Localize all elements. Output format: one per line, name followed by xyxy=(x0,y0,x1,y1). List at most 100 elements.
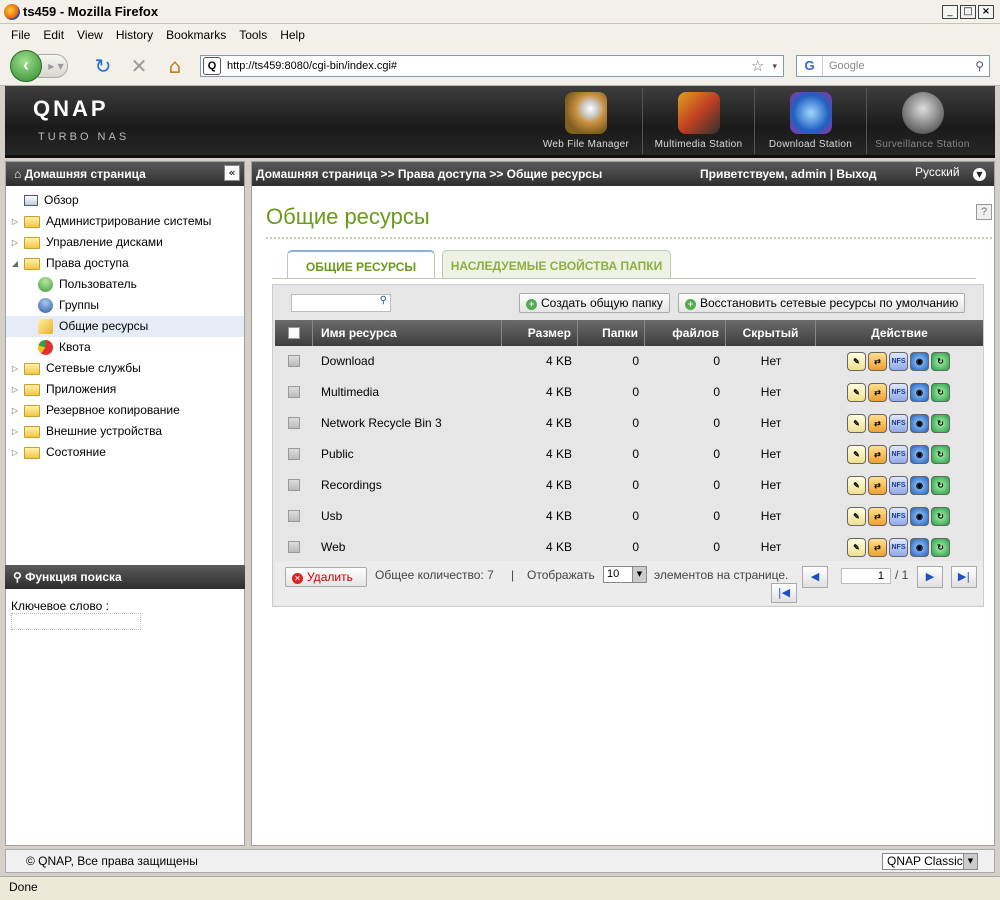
sidebar-item-network-services[interactable]: ▷ Сетевые службы xyxy=(6,358,244,379)
first-page-button[interactable]: |◀ xyxy=(771,583,797,603)
sidebar-item-quota[interactable]: Квота xyxy=(6,337,244,358)
site-identity-icon[interactable]: Q xyxy=(203,57,221,75)
minimize-button[interactable]: _ xyxy=(942,5,958,19)
sidebar-item-users[interactable]: Пользователь xyxy=(6,274,244,295)
share-name[interactable]: Recordings xyxy=(321,470,501,501)
search-bar[interactable]: G Google ⚲ xyxy=(796,55,990,77)
column-header-folders[interactable]: Папки xyxy=(578,320,645,346)
last-page-button[interactable]: ▶| xyxy=(951,566,977,588)
properties-icon[interactable]: ⇄ xyxy=(868,414,887,433)
nfs-icon[interactable]: NFS xyxy=(889,538,908,557)
menu-history[interactable]: History xyxy=(116,28,153,42)
maximize-button[interactable]: □ xyxy=(960,5,976,19)
column-header-size[interactable]: Размер xyxy=(502,320,578,346)
table-row[interactable]: Recordings 4 KB 0 0 Нет ✎ ⇄ NFS ◉ ↻ xyxy=(275,470,983,501)
logout-link[interactable]: Выход xyxy=(836,167,876,181)
refresh-icon[interactable]: ↻ xyxy=(931,507,950,526)
skin-select[interactable]: QNAP Classic ▼ xyxy=(882,853,978,870)
sidebar-item-overview[interactable]: Обзор xyxy=(6,190,244,211)
close-button[interactable]: × xyxy=(978,5,994,19)
row-checkbox[interactable] xyxy=(288,448,300,460)
sidebar-item-backup[interactable]: ▷ Резервное копирование xyxy=(6,400,244,421)
edit-icon[interactable]: ✎ xyxy=(847,414,866,433)
share-name[interactable]: Network Recycle Bin 3 xyxy=(321,408,501,439)
row-checkbox[interactable] xyxy=(288,541,300,553)
table-row[interactable]: Public 4 KB 0 0 Нет ✎ ⇄ NFS ◉ ↻ xyxy=(275,439,983,470)
app-surveillance-station[interactable]: Surveillance Station xyxy=(866,88,978,154)
network-icon[interactable]: ◉ xyxy=(910,445,929,464)
row-checkbox[interactable] xyxy=(288,479,300,491)
refresh-icon[interactable]: ↻ xyxy=(931,414,950,433)
row-checkbox[interactable] xyxy=(288,417,300,429)
row-checkbox[interactable] xyxy=(288,355,300,367)
menu-view[interactable]: View xyxy=(77,28,103,42)
menu-edit[interactable]: Edit xyxy=(43,28,64,42)
properties-icon[interactable]: ⇄ xyxy=(868,445,887,464)
share-name[interactable]: Download xyxy=(321,346,501,377)
menu-tools[interactable]: Tools xyxy=(239,28,267,42)
expand-arrow-icon[interactable]: ▷ xyxy=(10,379,20,400)
sidebar-item-applications[interactable]: ▷ Приложения xyxy=(6,379,244,400)
app-download-station[interactable]: Download Station xyxy=(754,88,866,154)
sidebar-item-shares[interactable]: Общие ресурсы xyxy=(6,316,244,337)
column-header-hidden[interactable]: Скрытый xyxy=(726,320,816,346)
edit-icon[interactable]: ✎ xyxy=(847,476,866,495)
search-icon[interactable]: ⚲ xyxy=(975,59,984,73)
share-name[interactable]: Multimedia xyxy=(321,377,501,408)
column-header-files[interactable]: файлов xyxy=(645,320,726,346)
column-header-name[interactable]: Имя ресурса xyxy=(313,320,502,346)
refresh-icon[interactable]: ↻ xyxy=(931,352,950,371)
expand-arrow-icon[interactable]: ▷ xyxy=(10,358,20,379)
search-icon[interactable]: ⚲ xyxy=(380,295,387,306)
page-input[interactable]: 1 xyxy=(841,568,891,584)
collapse-arrow-icon[interactable]: ◢ xyxy=(10,253,20,274)
nfs-icon[interactable]: NFS xyxy=(889,507,908,526)
share-name[interactable]: Usb xyxy=(321,501,501,532)
language-select[interactable]: Русский xyxy=(915,160,960,184)
properties-icon[interactable]: ⇄ xyxy=(868,476,887,495)
grid-search-input[interactable]: ⚲ xyxy=(291,294,391,312)
app-web-file-manager[interactable]: Web File Manager xyxy=(530,88,642,154)
sidebar-item-disk-management[interactable]: ▷ Управление дисками xyxy=(6,232,244,253)
network-icon[interactable]: ◉ xyxy=(910,352,929,371)
url-dropdown-icon[interactable]: ▾ xyxy=(772,61,777,72)
network-icon[interactable]: ◉ xyxy=(910,507,929,526)
back-button[interactable]: ‹ xyxy=(10,50,42,82)
stop-icon[interactable]: ✕ xyxy=(128,55,150,77)
network-icon[interactable]: ◉ xyxy=(910,476,929,495)
expand-arrow-icon[interactable]: ▷ xyxy=(10,400,20,421)
properties-icon[interactable]: ⇄ xyxy=(868,383,887,402)
restore-default-shares-button[interactable]: + Восстановить сетевые ресурсы по умолчан… xyxy=(678,293,966,313)
breadcrumb[interactable]: Домашняя страница >> Права доступа >> Об… xyxy=(256,167,602,181)
language-dropdown-icon[interactable]: ▼ xyxy=(973,168,986,181)
expand-arrow-icon[interactable]: ▷ xyxy=(10,232,20,253)
edit-icon[interactable]: ✎ xyxy=(847,507,866,526)
menu-file[interactable]: File xyxy=(11,28,30,42)
tab-inherited-folder-properties[interactable]: НАСЛЕДУЕМЫЕ СВОЙСТВА ПАПКИ xyxy=(442,250,671,278)
url-bar[interactable]: Q http://ts459:8080/cgi-bin/index.cgi# ☆… xyxy=(200,55,784,77)
help-icon[interactable]: ? xyxy=(976,204,992,220)
menu-bookmarks[interactable]: Bookmarks xyxy=(166,28,226,42)
refresh-icon[interactable]: ↻ xyxy=(931,383,950,402)
table-row[interactable]: Web 4 KB 0 0 Нет ✎ ⇄ NFS ◉ ↻ xyxy=(275,532,983,563)
app-multimedia-station[interactable]: Multimedia Station xyxy=(642,88,754,154)
next-page-button[interactable]: ▶ xyxy=(917,566,943,588)
search-placeholder[interactable]: Google xyxy=(829,60,975,72)
nfs-icon[interactable]: NFS xyxy=(889,414,908,433)
keyword-input[interactable] xyxy=(11,613,141,630)
network-icon[interactable]: ◉ xyxy=(910,538,929,557)
prev-page-button[interactable]: ◀ xyxy=(802,566,828,588)
properties-icon[interactable]: ⇄ xyxy=(868,538,887,557)
url-text[interactable]: http://ts459:8080/cgi-bin/index.cgi# xyxy=(227,60,751,72)
edit-icon[interactable]: ✎ xyxy=(847,383,866,402)
share-name[interactable]: Public xyxy=(321,439,501,470)
bookmark-star-icon[interactable]: ☆ xyxy=(751,57,764,75)
table-row[interactable]: Download 4 KB 0 0 Нет ✎ ⇄ NFS ◉ ↻ xyxy=(275,346,983,377)
sidebar-item-groups[interactable]: Группы xyxy=(6,295,244,316)
table-row[interactable]: Usb 4 KB 0 0 Нет ✎ ⇄ NFS ◉ ↻ xyxy=(275,501,983,532)
share-name[interactable]: Web xyxy=(321,532,501,563)
menu-help[interactable]: Help xyxy=(280,28,305,42)
delete-button[interactable]: ✕ Удалить xyxy=(285,567,367,587)
network-icon[interactable]: ◉ xyxy=(910,383,929,402)
create-share-button[interactable]: + Создать общую папку xyxy=(519,293,670,313)
